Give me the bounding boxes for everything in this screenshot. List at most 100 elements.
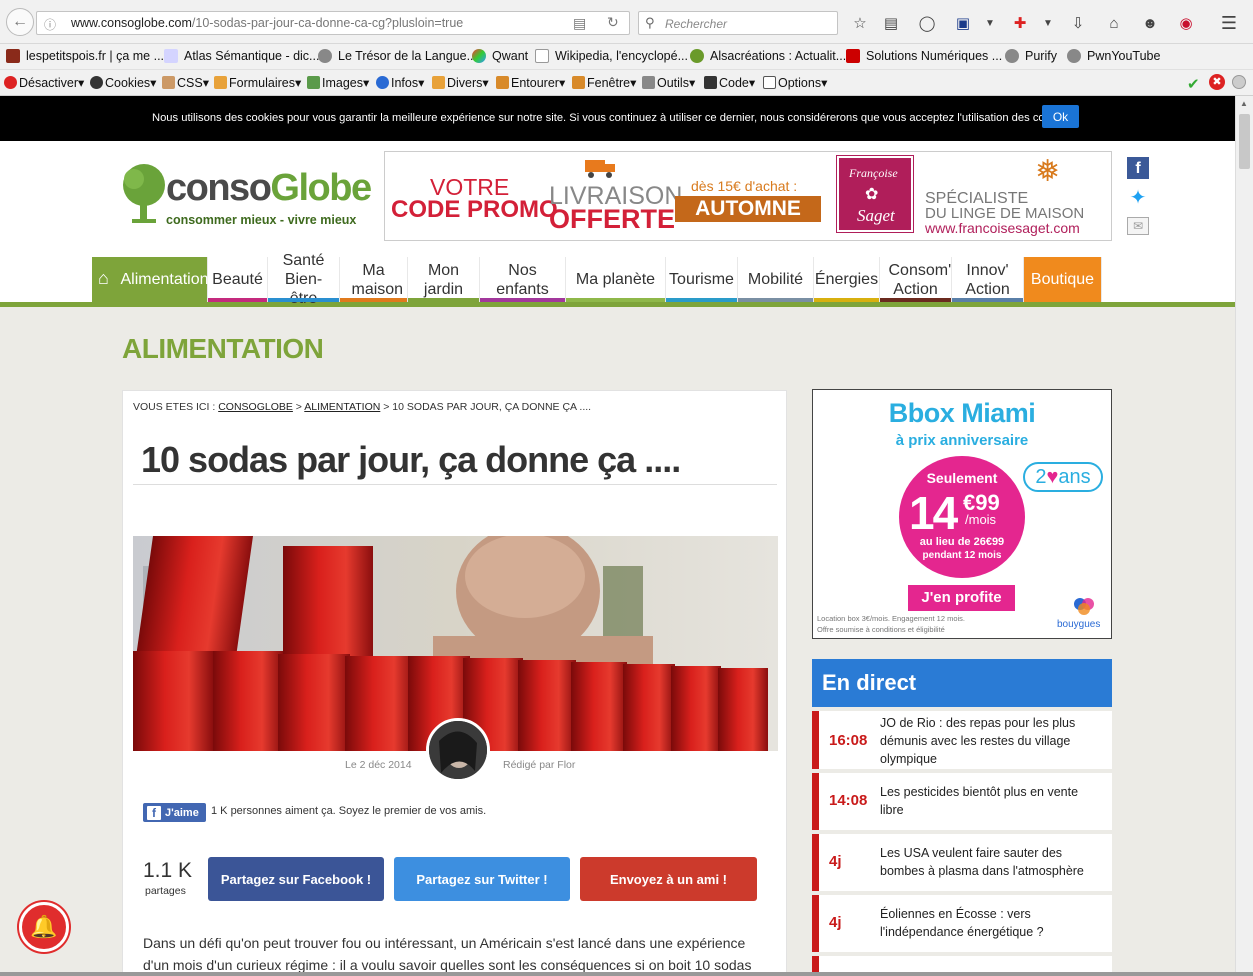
reader-mode-icon[interactable]: ▤: [573, 15, 586, 32]
menu-item-consom-action[interactable]: Consom' Action: [880, 257, 952, 302]
menu-item-innov-action[interactable]: Innov' Action: [952, 257, 1024, 302]
scroll-up-icon[interactable]: ▲: [1240, 99, 1248, 108]
like-count-text: 1 K personnes aiment ça. Soyez le premie…: [211, 805, 487, 817]
bookmark-item[interactable]: Wikipedia, l'encyclopé...: [535, 49, 688, 63]
bookmark-star-icon[interactable]: ☆: [850, 13, 870, 33]
dev-menu-options[interactable]: Options▾: [763, 75, 827, 90]
dev-menu-code[interactable]: Code▾: [704, 75, 755, 90]
live-news-item[interactable]: 14:08 Les pesticides bientôt plus en ven…: [812, 773, 1112, 830]
reload-icon[interactable]: ↻: [607, 14, 619, 31]
breadcrumb-category-link[interactable]: ALIMENTATION: [304, 401, 380, 413]
cookie-ok-button[interactable]: Ok: [1042, 105, 1079, 128]
status-icon[interactable]: [1232, 75, 1246, 89]
menu-color-bar: [814, 298, 879, 302]
menu-item-tourisme[interactable]: Tourisme: [666, 257, 738, 302]
site-logo[interactable]: consoGlobe consommer mieux - vivre mieux: [122, 163, 372, 233]
save-dropdown-icon[interactable]: ▼: [980, 13, 1000, 33]
back-button[interactable]: ←: [6, 8, 34, 36]
breadcrumb-home-link[interactable]: CONSOGLOBE: [218, 401, 293, 413]
article-author[interactable]: Rédigé par Flor: [503, 759, 575, 771]
live-news-item[interactable]: 4j Éoliennes en Écosse : vers l'indépend…: [812, 895, 1112, 952]
sidebar-ad[interactable]: Bbox Miami à prix anniversaire Seulement…: [812, 389, 1112, 639]
save-icon[interactable]: ▣: [953, 13, 973, 33]
menu-item-energies[interactable]: Énergies: [814, 257, 880, 302]
facebook-icon[interactable]: f: [1127, 157, 1149, 179]
author-avatar[interactable]: [426, 718, 490, 782]
pocket-icon[interactable]: ◯: [917, 13, 937, 33]
banner-automne: AUTOMNE: [675, 196, 821, 222]
menu-item-jardin[interactable]: Mon jardin: [408, 257, 480, 302]
menu-item-mobilite[interactable]: Mobilité: [738, 257, 814, 302]
menu-item-planete[interactable]: Ma planète: [566, 257, 666, 302]
firstaid-icon[interactable]: ✚: [1010, 13, 1030, 33]
heart-icon: ♥: [1046, 466, 1059, 488]
page-scrollbar[interactable]: ▲: [1235, 96, 1253, 976]
share-twitter-button[interactable]: Partagez sur Twitter !: [394, 857, 570, 901]
send-to-friend-button[interactable]: Envoyez à un ami !: [580, 857, 757, 901]
twitter-icon[interactable]: ✦: [1127, 187, 1149, 209]
menu-icon[interactable]: ☰: [1219, 13, 1239, 33]
menu-item-alimentation[interactable]: Alimentation: [120, 257, 209, 302]
scroll-thumb[interactable]: [1239, 114, 1250, 169]
home-icon[interactable]: ⌂: [1104, 13, 1124, 33]
dev-menu-window[interactable]: Fenêtre▾: [572, 75, 636, 90]
check-icon[interactable]: ✔: [1187, 75, 1200, 93]
globe-icon: [1067, 49, 1081, 63]
search-bar[interactable]: ⚲ Rechercher: [638, 11, 838, 35]
bookmark-item[interactable]: Atlas Sémantique - dic...: [164, 49, 319, 63]
dev-menu-css[interactable]: CSS▾: [162, 75, 209, 90]
share-facebook-button[interactable]: Partagez sur Facebook !: [208, 857, 384, 901]
error-icon[interactable]: ✖: [1209, 74, 1225, 90]
bookmark-item[interactable]: Alsacréations : Actualit...: [690, 49, 846, 63]
menu-item-boutique[interactable]: Boutique: [1024, 257, 1102, 302]
menu-item-enfants[interactable]: Nos enfants: [480, 257, 566, 302]
ad-cta-button[interactable]: J'en profite: [908, 585, 1015, 611]
bookmark-item[interactable]: Qwant: [472, 49, 528, 63]
menu-color-bar: [666, 298, 737, 302]
news-time: 4j: [829, 853, 842, 870]
dev-menu-outline[interactable]: Entourer▾: [496, 75, 565, 90]
dev-menu-images[interactable]: Images▾: [307, 75, 369, 90]
saget-brand2: Saget: [857, 206, 895, 225]
home-menu-button[interactable]: ⌂: [92, 257, 122, 302]
pinterest-icon[interactable]: ◉: [1176, 13, 1196, 33]
banner-site: www.francoisesaget.com: [925, 220, 1080, 236]
bookmark-item[interactable]: Le Trésor de la Langue...: [318, 49, 477, 63]
saget-brand1: Françoise: [849, 166, 898, 180]
webdeveloper-toolbar: Désactiver▾ Cookies▾ CSS▾ Formulaires▾ I…: [0, 70, 1253, 96]
dev-menu-tools[interactable]: Outils▾: [642, 75, 695, 90]
ad-operator: bouygues: [1057, 619, 1101, 630]
bookmark-item[interactable]: lespetitspois.fr | ça me ...: [6, 49, 164, 63]
dev-menu-disable[interactable]: Désactiver▾: [4, 75, 84, 90]
bookmark-item[interactable]: PwnYouTube: [1067, 49, 1160, 63]
dev-menu-forms[interactable]: Formulaires▾: [214, 75, 301, 90]
bookmarks-toolbar: lespetitspois.fr | ça me ... Atlas Séman…: [0, 44, 1253, 70]
firstaid-dropdown-icon[interactable]: ▼: [1038, 13, 1058, 33]
window-bottom-border: [0, 972, 1253, 976]
saget-logo: Françoise ✿ Saget: [836, 155, 914, 233]
live-news-item[interactable]: 16:08 JO de Rio : des repas pour les plu…: [812, 711, 1112, 769]
smiley-icon[interactable]: ☻: [1140, 13, 1160, 33]
menu-item-maison[interactable]: Ma maison: [340, 257, 408, 302]
mail-icon[interactable]: ✉: [1127, 217, 1149, 235]
dev-menu-misc[interactable]: Divers▾: [432, 75, 489, 90]
bookmark-item[interactable]: Purify: [1005, 49, 1057, 63]
dev-menu-cookies[interactable]: Cookies▾: [90, 75, 156, 90]
menu-color-bar: [566, 298, 665, 302]
cookie-text: Nous utilisons des cookies pour vous gar…: [152, 112, 1074, 124]
dev-menu-info[interactable]: Infos▾: [376, 75, 424, 90]
menu-item-sante[interactable]: Santé Bien-être: [268, 252, 340, 307]
download-icon[interactable]: ⇩: [1068, 13, 1088, 33]
bookmarks-list-icon[interactable]: ▤: [881, 13, 901, 33]
live-news-item[interactable]: 4j Les USA veulent faire sauter des bomb…: [812, 834, 1112, 891]
menu-item-beaute[interactable]: Beauté: [208, 257, 268, 302]
info-icon[interactable]: ⓘ: [44, 16, 56, 33]
url-bar[interactable]: ⓘ www.consoglobe.com/10-sodas-par-jour-c…: [36, 11, 630, 35]
notification-bell-icon[interactable]: 🔔: [19, 902, 69, 952]
flower-icon: ✿: [865, 186, 879, 203]
bookmark-item[interactable]: Solutions Numériques ...: [846, 49, 1002, 63]
cookie-banner: Nous utilisons des cookies pour vous gar…: [0, 96, 1235, 141]
banner-ad[interactable]: VOTRE CODE PROMO LIVRAISON OFFERTE dès 1…: [384, 151, 1112, 241]
facebook-like-button[interactable]: f J'aime: [143, 803, 206, 822]
breadcrumb-prefix: VOUS ETES ICI :: [133, 401, 216, 413]
